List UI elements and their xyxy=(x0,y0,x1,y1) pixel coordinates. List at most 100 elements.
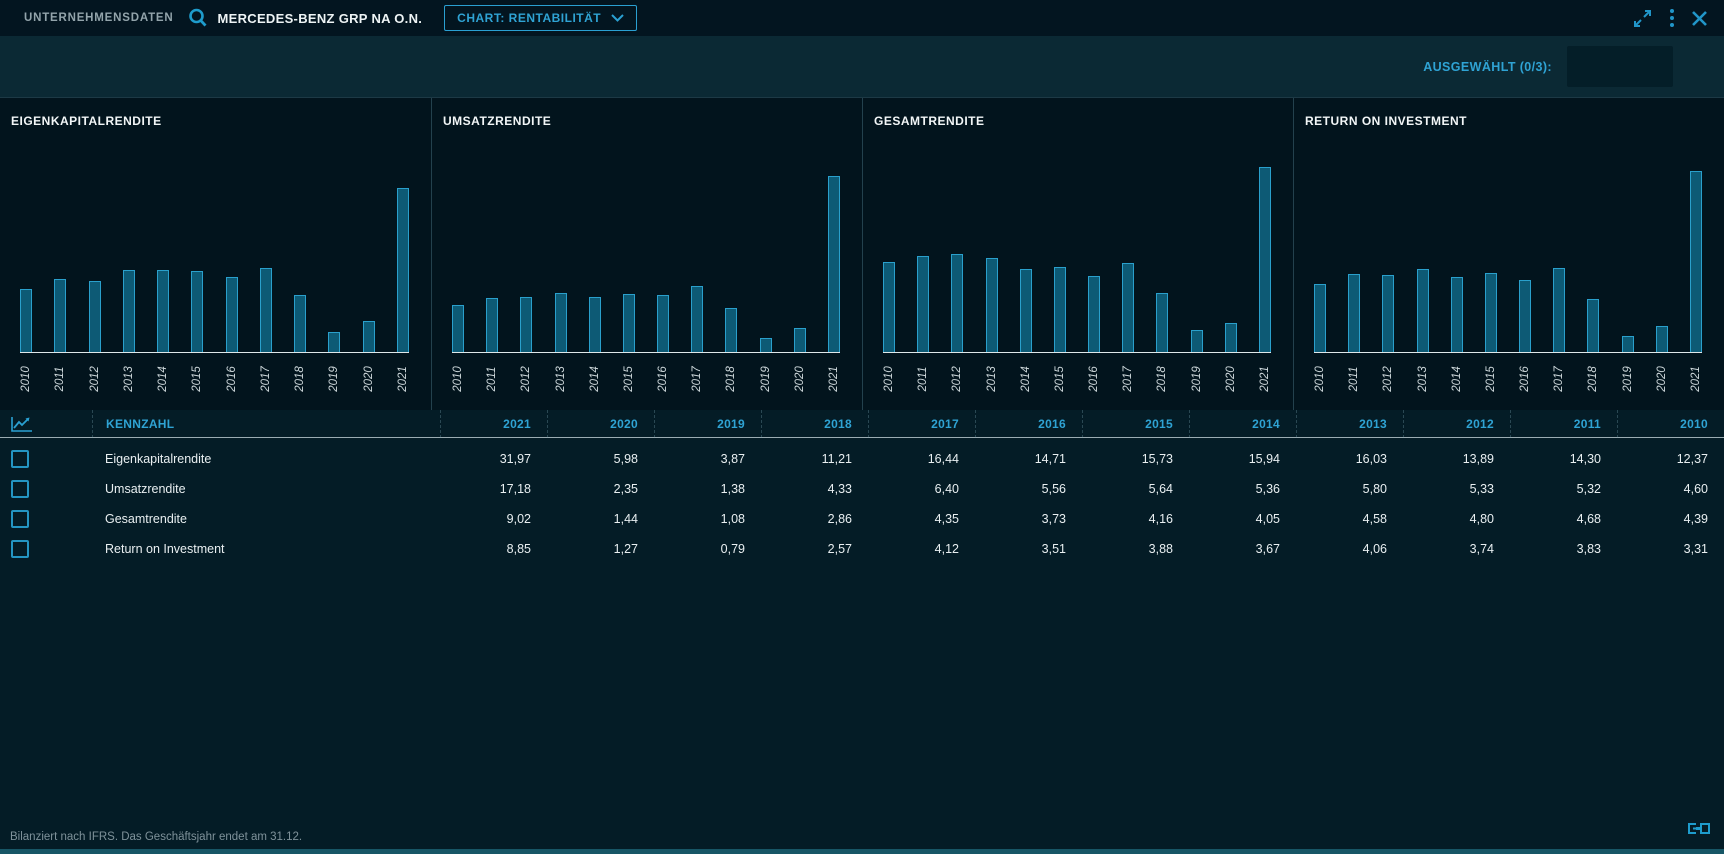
value-cell: 3,88 xyxy=(1082,542,1189,556)
bar xyxy=(828,176,840,352)
chart-plot xyxy=(1314,148,1702,353)
x-axis-label: 2017 xyxy=(1122,355,1134,408)
selection-bar: AUSGEWÄHLT (0/3): xyxy=(0,36,1724,98)
x-axis-label: 2015 xyxy=(1485,355,1497,408)
bar xyxy=(157,270,169,352)
app-label: UNTERNEHMENSDATEN xyxy=(24,12,173,24)
x-axis-label: 2016 xyxy=(657,355,669,408)
x-axis-label: 2021 xyxy=(397,355,409,408)
value-cell: 2,57 xyxy=(761,542,868,556)
metric-label: Return on Investment xyxy=(92,542,440,556)
year-header: 2013 xyxy=(1296,410,1403,438)
x-axis-labels: 2010201120122013201420152016201720182019… xyxy=(883,355,1271,408)
value-cell: 4,33 xyxy=(761,482,868,496)
value-cell: 4,12 xyxy=(868,542,975,556)
chart-plot xyxy=(452,148,840,353)
x-axis-label: 2013 xyxy=(555,355,567,408)
bar xyxy=(986,258,998,352)
value-cell: 4,39 xyxy=(1617,512,1724,526)
value-cell: 5,56 xyxy=(975,482,1082,496)
x-axis-label: 2014 xyxy=(157,355,169,408)
metric-label: Gesamtrendite xyxy=(92,512,440,526)
x-axis-label: 2017 xyxy=(1553,355,1565,408)
x-axis-label: 2017 xyxy=(260,355,272,408)
bar xyxy=(1519,280,1531,352)
bar xyxy=(452,305,464,352)
value-cell: 16,44 xyxy=(868,452,975,466)
bar xyxy=(1020,269,1032,352)
linked-boxes-icon[interactable] xyxy=(1686,822,1712,840)
value-cell: 5,33 xyxy=(1403,482,1510,496)
value-cell: 9,02 xyxy=(440,512,547,526)
x-axis-label: 2012 xyxy=(951,355,963,408)
bar xyxy=(725,308,737,352)
value-cell: 5,32 xyxy=(1510,482,1617,496)
x-axis-label: 2016 xyxy=(1519,355,1531,408)
bar xyxy=(328,332,340,352)
chart-panel: EIGENKAPITALRENDITE201020112012201320142… xyxy=(0,98,431,410)
line-chart-icon[interactable] xyxy=(11,416,33,432)
x-axis-label: 2010 xyxy=(883,355,895,408)
kebab-menu-icon[interactable] xyxy=(1669,8,1675,28)
year-header: 2015 xyxy=(1082,410,1189,438)
bar xyxy=(520,297,532,352)
value-cell: 4,60 xyxy=(1617,482,1724,496)
value-cell: 4,58 xyxy=(1296,512,1403,526)
x-axis-label: 2018 xyxy=(1587,355,1599,408)
bar xyxy=(917,256,929,352)
close-icon[interactable] xyxy=(1691,10,1708,27)
row-checkbox[interactable] xyxy=(11,480,29,498)
bar xyxy=(1259,167,1271,352)
x-axis-label: 2012 xyxy=(89,355,101,408)
chart-panel: RETURN ON INVESTMENT20102011201220132014… xyxy=(1293,98,1724,410)
x-axis-label: 2013 xyxy=(1417,355,1429,408)
value-cell: 15,73 xyxy=(1082,452,1189,466)
value-cell: 15,94 xyxy=(1189,452,1296,466)
value-cell: 6,40 xyxy=(868,482,975,496)
chart-type-dropdown[interactable]: CHART: RENTABILITÄT xyxy=(444,5,637,31)
row-checkbox[interactable] xyxy=(11,510,29,528)
row-checkbox[interactable] xyxy=(11,540,29,558)
year-header: 2020 xyxy=(547,410,654,438)
metric-column-header: KENNZAHL xyxy=(92,410,440,438)
bar xyxy=(1451,277,1463,352)
x-axis-label: 2011 xyxy=(917,355,929,408)
bar xyxy=(1382,275,1394,352)
chart-title: RETURN ON INVESTMENT xyxy=(1305,114,1724,129)
x-axis-label: 2020 xyxy=(1656,355,1668,408)
window-bottom-border xyxy=(0,849,1724,854)
value-cell: 3,73 xyxy=(975,512,1082,526)
x-axis-label: 2021 xyxy=(1690,355,1702,408)
x-axis-label: 2017 xyxy=(691,355,703,408)
x-axis-label: 2018 xyxy=(1156,355,1168,408)
value-cell: 31,97 xyxy=(440,452,547,466)
bar xyxy=(1122,263,1134,352)
x-axis-label: 2015 xyxy=(1054,355,1066,408)
value-cell: 4,35 xyxy=(868,512,975,526)
chart-title: GESAMTRENDITE xyxy=(874,114,1293,129)
x-axis-label: 2019 xyxy=(328,355,340,408)
value-cell: 0,79 xyxy=(654,542,761,556)
value-cell: 14,71 xyxy=(975,452,1082,466)
bar xyxy=(1191,330,1203,352)
bar xyxy=(1156,293,1168,352)
expand-icon[interactable] xyxy=(1632,8,1653,29)
value-cell: 4,16 xyxy=(1082,512,1189,526)
x-axis-label: 2020 xyxy=(1225,355,1237,408)
x-axis-label: 2012 xyxy=(520,355,532,408)
x-axis-labels: 2010201120122013201420152016201720182019… xyxy=(1314,355,1702,408)
x-axis-label: 2016 xyxy=(1088,355,1100,408)
chart-panel: UMSATZRENDITE201020112012201320142015201… xyxy=(431,98,862,410)
search-icon[interactable] xyxy=(187,7,209,29)
row-checkbox[interactable] xyxy=(11,450,29,468)
bar xyxy=(623,294,635,352)
accounting-note: Bilanziert nach IFRS. Das Geschäftsjahr … xyxy=(10,831,302,843)
table-row: Gesamtrendite9,021,441,082,864,353,734,1… xyxy=(0,504,1724,534)
value-cell: 14,30 xyxy=(1510,452,1617,466)
x-axis-label: 2013 xyxy=(986,355,998,408)
x-axis-label: 2011 xyxy=(54,355,66,408)
bar xyxy=(191,271,203,352)
bar xyxy=(883,262,895,352)
bar xyxy=(1348,274,1360,353)
value-cell: 3,83 xyxy=(1510,542,1617,556)
